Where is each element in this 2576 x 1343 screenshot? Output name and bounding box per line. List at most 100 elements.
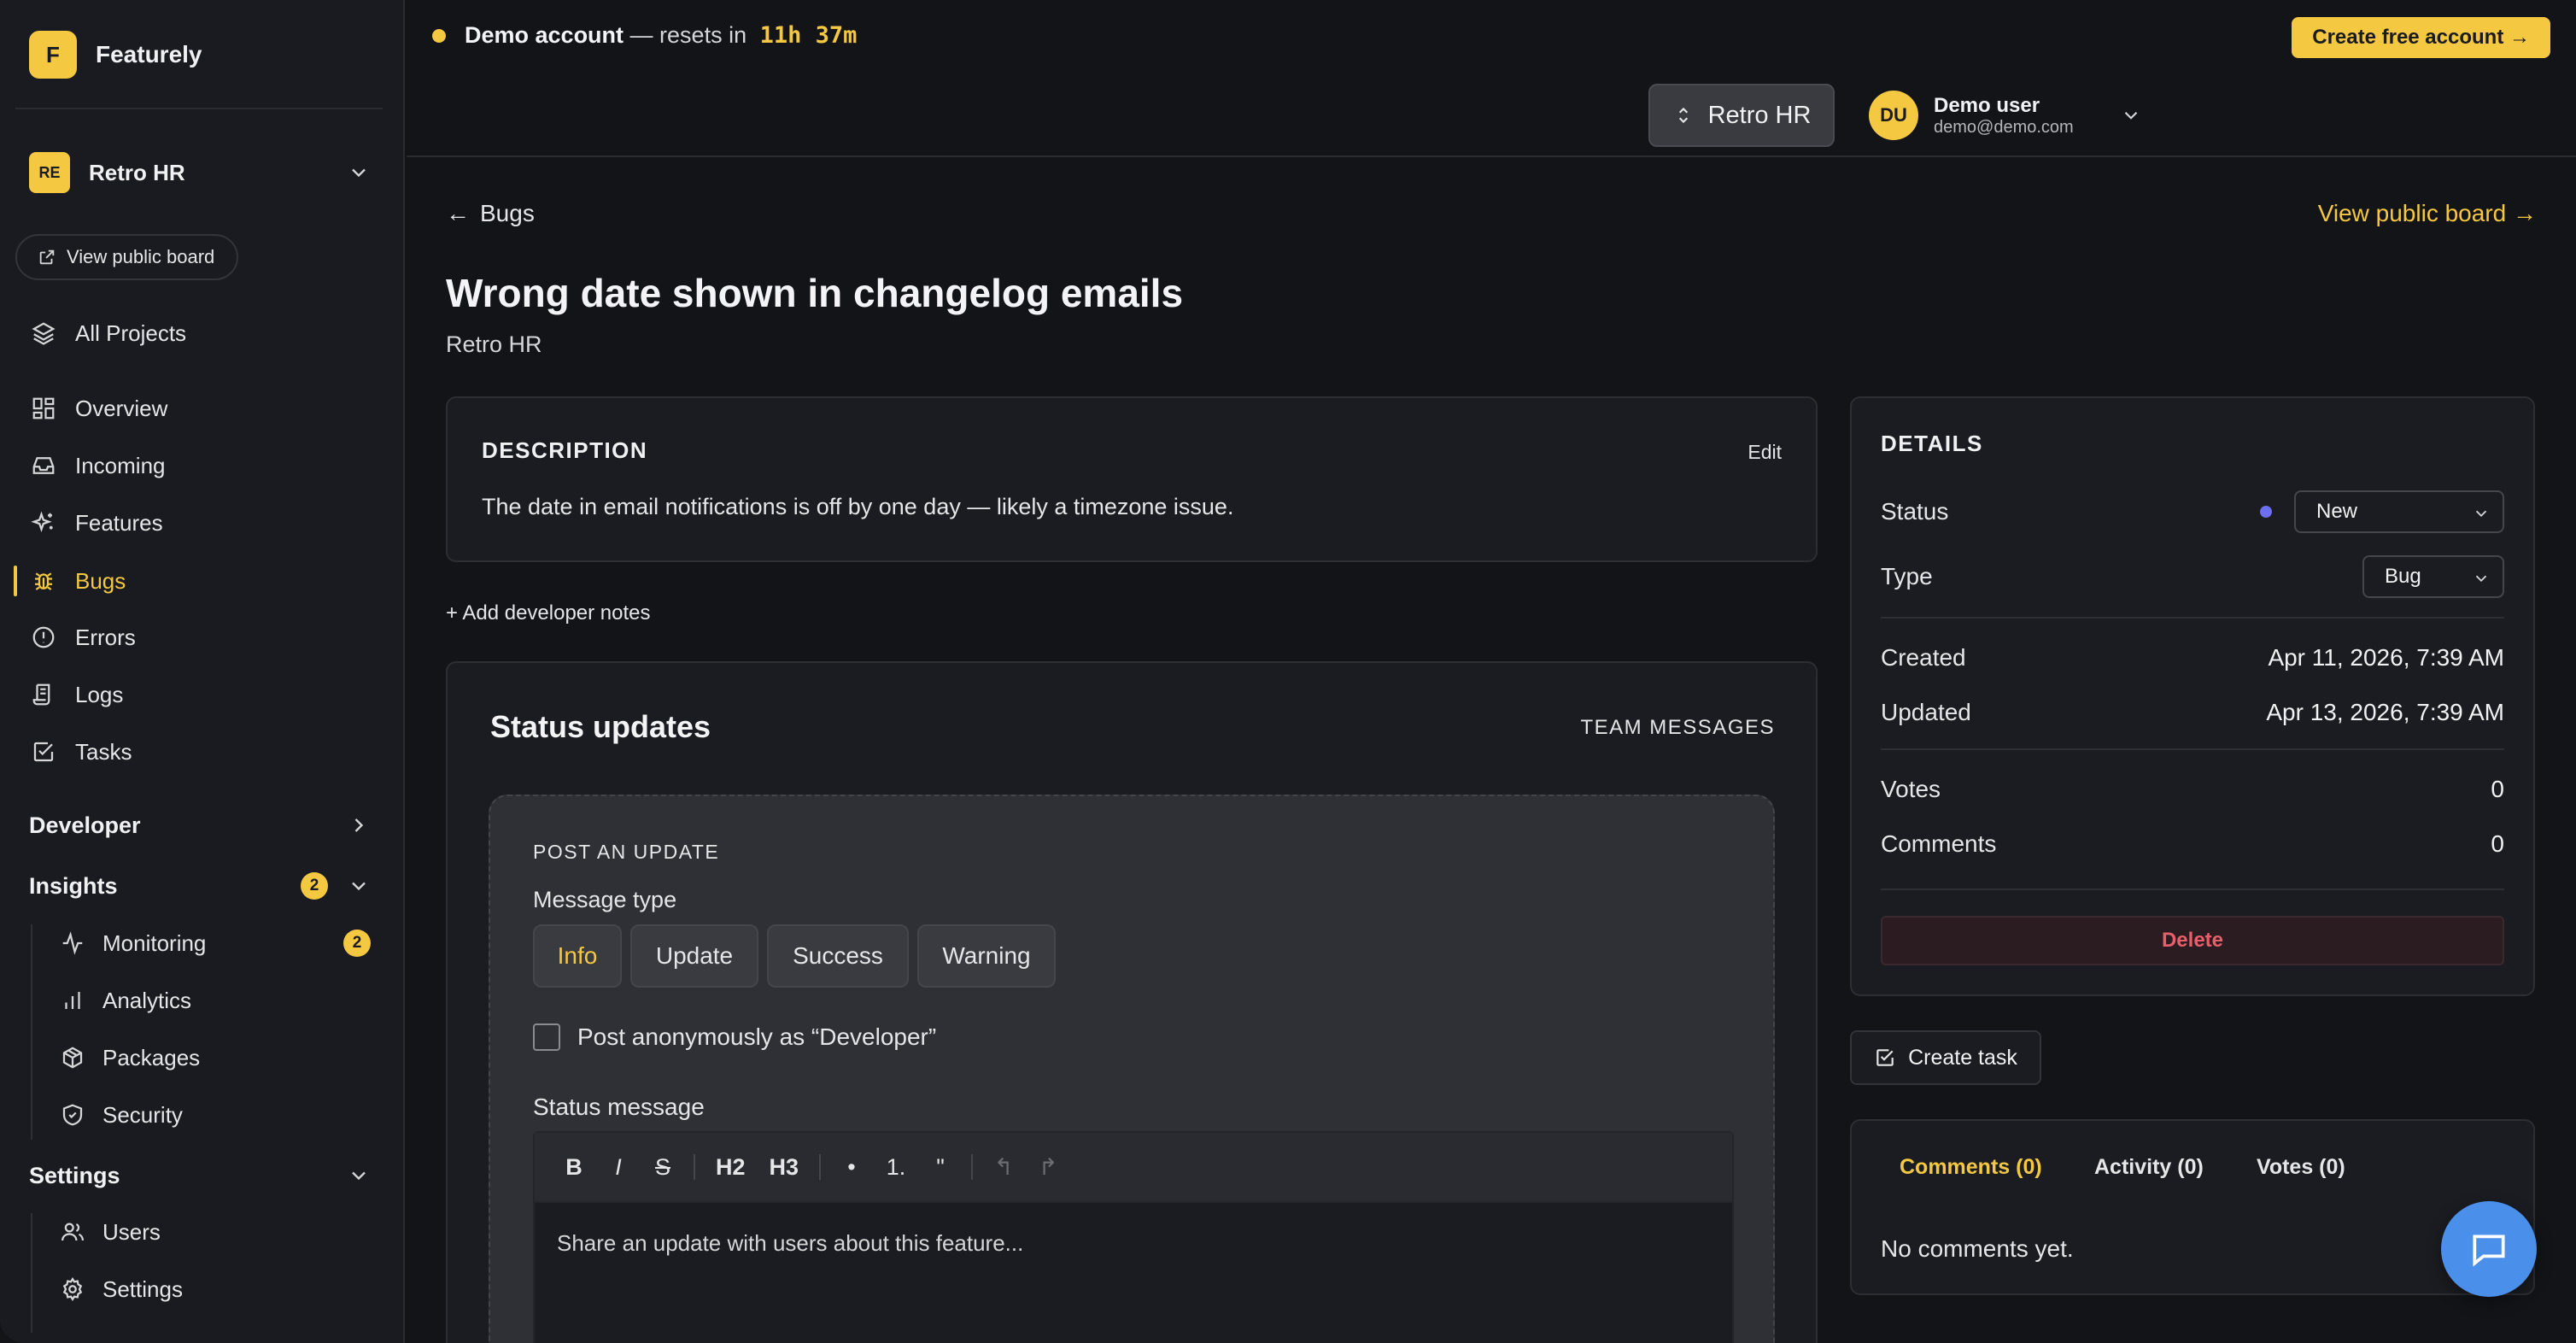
details-divider (1881, 888, 2504, 890)
sidebar-item-tasks[interactable]: Tasks (29, 731, 379, 772)
project-switcher[interactable]: RE Retro HR (29, 152, 371, 193)
heading-3-button[interactable]: H3 (758, 1147, 811, 1188)
project-selector-label: Retro HR (1707, 101, 1812, 129)
status-select[interactable]: New (2294, 490, 2504, 533)
message-type-success[interactable]: Success (767, 924, 909, 988)
undo-button[interactable]: ↰ (981, 1147, 1026, 1188)
type-value: Bug (2385, 565, 2421, 588)
type-select[interactable]: Bug (2362, 555, 2504, 598)
back-to-bugs-link[interactable]: ← Bugs (446, 200, 535, 227)
arrow-left-icon: ← (446, 200, 470, 226)
section-label: Settings (29, 1162, 120, 1188)
tab-activity[interactable]: Activity (0) (2094, 1155, 2204, 1180)
sidebar-item-features[interactable]: Features (29, 502, 379, 543)
create-free-account-button[interactable]: Create free account → (2292, 17, 2550, 58)
back-link-label: Bugs (480, 200, 535, 226)
sidebar-item-settings[interactable]: Settings (58, 1269, 383, 1310)
project-badge: RE (29, 152, 70, 193)
view-public-board-button[interactable]: View public board (15, 234, 239, 280)
sidebar-item-label: Analytics (102, 987, 192, 1013)
sidebar-item-label: Features (75, 509, 163, 536)
chevron-down-icon (352, 168, 366, 178)
check-square-icon (29, 737, 58, 766)
updated-row: Updated Apr 13, 2026, 7:39 AM (1881, 695, 2504, 730)
tab-comments[interactable]: Comments (0) (1900, 1155, 2042, 1180)
sidebar-item-users[interactable]: Users (58, 1211, 383, 1252)
demo-reset-time: 11h 37m (759, 22, 858, 49)
comments-row: Comments 0 (1881, 827, 2504, 861)
user-menu[interactable]: DU Demo user demo@demo.com (1869, 89, 2142, 142)
comments-label: Comments (1881, 830, 1997, 857)
toolbar-divider (694, 1154, 695, 1180)
chevron-down-icon (352, 882, 366, 891)
sidebar-item-label: Bugs (75, 567, 126, 594)
insights-tree-line (31, 924, 32, 1140)
ordered-list-button[interactable]: 1. (874, 1147, 918, 1188)
heading-2-button[interactable]: H2 (704, 1147, 758, 1188)
team-messages-link[interactable]: TEAM MESSAGES (1580, 716, 1775, 740)
italic-button[interactable]: I (596, 1147, 641, 1188)
monitoring-count-badge: 2 (343, 930, 371, 957)
sidebar-item-incoming[interactable]: Incoming (29, 445, 379, 486)
package-icon (58, 1043, 87, 1072)
sidebar-item-bugs[interactable]: Bugs (29, 560, 379, 601)
sidebar-item-monitoring[interactable]: Monitoring 2 (58, 923, 383, 964)
users-icon (58, 1217, 87, 1246)
project-selector-button[interactable]: Retro HR (1648, 84, 1835, 147)
section-label: Insights (29, 872, 118, 899)
activity-icon (58, 929, 87, 958)
status-row: Status New (1881, 490, 2504, 533)
chevron-down-icon (2475, 510, 2487, 518)
sidebar-item-label: Tasks (75, 738, 132, 765)
bug-icon (29, 566, 58, 595)
type-label: Type (1881, 563, 1933, 589)
check-square-icon (1876, 1049, 1894, 1066)
sidebar-item-errors[interactable]: Errors (29, 617, 379, 658)
message-type-warning[interactable]: Warning (917, 924, 1056, 988)
status-color-dot (2260, 506, 2272, 518)
tab-votes[interactable]: Votes (0) (2257, 1155, 2345, 1180)
bullet-list-button[interactable]: • (829, 1147, 874, 1188)
sidebar-item-overview[interactable]: Overview (29, 388, 379, 429)
sidebar-item-packages[interactable]: Packages (58, 1037, 383, 1078)
sidebar-item-label: Packages (102, 1044, 201, 1070)
votes-value: 0 (2491, 776, 2504, 802)
editor-placeholder: Share an update with users about this fe… (557, 1230, 1024, 1256)
bold-button[interactable]: B (552, 1147, 596, 1188)
strikethrough-button[interactable]: S (641, 1147, 685, 1188)
quote-button[interactable]: " (918, 1147, 963, 1188)
details-heading: DETAILS (1881, 431, 1983, 456)
chat-button[interactable] (2441, 1201, 2537, 1297)
external-link-icon (39, 249, 55, 265)
page-subtitle: Retro HR (446, 331, 542, 357)
create-task-button[interactable]: Create task (1850, 1030, 2041, 1085)
bar-chart-icon (58, 986, 87, 1015)
sidebar-item-logs[interactable]: Logs (29, 674, 379, 715)
sidebar-item-security[interactable]: Security (58, 1094, 383, 1135)
toolbar-divider (819, 1154, 822, 1180)
sidebar-item-analytics[interactable]: Analytics (58, 980, 383, 1021)
chevron-down-icon (352, 1171, 366, 1181)
redo-button[interactable]: ↱ (1026, 1147, 1070, 1188)
description-text: The date in email notifications is off b… (482, 494, 1234, 519)
sidebar-section-settings[interactable]: Settings (29, 1155, 371, 1196)
delete-button[interactable]: Delete (1881, 916, 2504, 965)
sidebar-section-insights[interactable]: Insights 2 (29, 865, 371, 906)
view-public-board-link[interactable]: View public board → (2318, 200, 2537, 227)
anonymous-option[interactable]: Post anonymously as “Developer” (533, 1023, 936, 1051)
message-type-update[interactable]: Update (630, 924, 758, 988)
message-icon (2473, 1235, 2505, 1267)
sidebar-section-developer[interactable]: Developer (29, 805, 371, 846)
settings-tree-line (31, 1213, 32, 1333)
add-developer-notes-button[interactable]: + Add developer notes (446, 601, 651, 625)
type-row: Type Bug (1881, 555, 2504, 598)
details-divider (1881, 748, 2504, 750)
sidebar-item-all-projects[interactable]: All Projects (29, 313, 379, 354)
status-message-editor[interactable]: B I S H2 H3 • 1. " ↰ ↱ Share an update w… (533, 1131, 1734, 1343)
edit-description-button[interactable]: Edit (1748, 441, 1782, 464)
votes-row: Votes 0 (1881, 772, 2504, 806)
sidebar-item-label: Overview (75, 395, 168, 421)
message-type-info[interactable]: Info (533, 924, 622, 988)
brand[interactable]: F Featurely (29, 31, 202, 79)
anonymous-checkbox[interactable] (533, 1023, 560, 1051)
